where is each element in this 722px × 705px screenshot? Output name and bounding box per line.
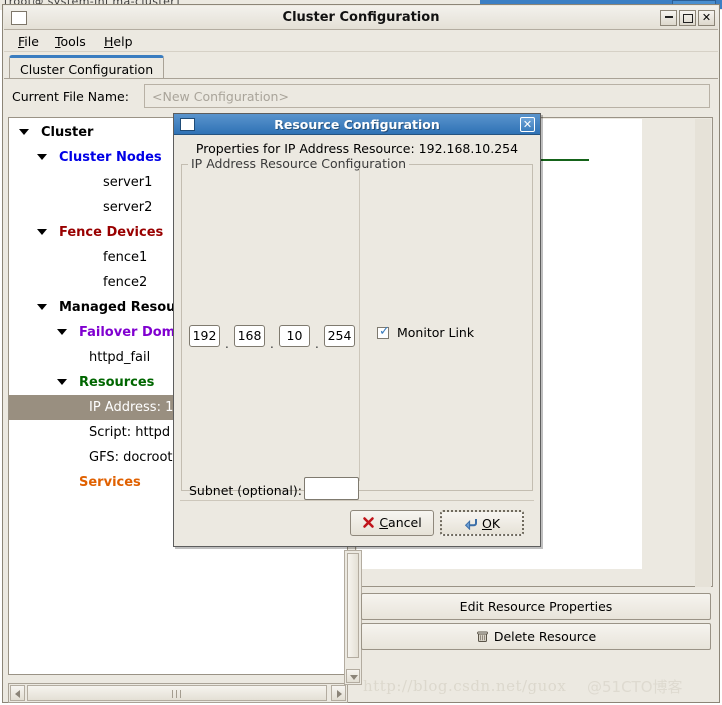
ip-address-groupbox: IP Address Resource Configuration 192 . … bbox=[181, 156, 533, 500]
current-file-input[interactable]: <New Configuration> bbox=[144, 84, 710, 108]
monitor-link-checkbox[interactable]: ✓ bbox=[377, 324, 390, 339]
trash-icon bbox=[476, 626, 489, 642]
tree-expander-icon[interactable] bbox=[19, 129, 29, 135]
tree-hscroll-thumb[interactable] bbox=[27, 685, 327, 701]
current-file-label: Current File Name: bbox=[12, 89, 129, 104]
watermark-overlay: @51CTO博客 bbox=[587, 678, 683, 696]
tab-cluster-configuration[interactable]: Cluster Configuration bbox=[9, 55, 165, 79]
ip-octet-4[interactable]: 254 bbox=[324, 325, 355, 347]
ip-octet-2[interactable]: 168 bbox=[234, 325, 265, 347]
menu-help[interactable]: Help bbox=[98, 33, 139, 50]
subnet-label: Subnet (optional): bbox=[189, 483, 302, 498]
right-panel-vertical-scrollbar[interactable] bbox=[695, 119, 711, 587]
scroll-right-arrow-icon[interactable] bbox=[331, 685, 346, 701]
ip-dot-2: . bbox=[270, 337, 274, 351]
monitor-link-label: Monitor Link bbox=[397, 325, 475, 340]
edit-resource-properties-button[interactable]: Edit Resource Properties bbox=[361, 593, 711, 620]
tree-item-label: Services bbox=[79, 475, 141, 490]
tree-item-label: Resources bbox=[79, 375, 155, 390]
cancel-label: Cancel bbox=[379, 515, 422, 530]
ip-octet-1[interactable]: 192 bbox=[189, 325, 220, 347]
dialog-separator bbox=[180, 500, 534, 501]
ok-button[interactable]: OK bbox=[440, 510, 524, 536]
tree-item-label: fence1 bbox=[103, 250, 148, 265]
maximize-button[interactable] bbox=[679, 10, 696, 26]
menu-tools[interactable]: Tools bbox=[49, 33, 92, 50]
tree-item-label: Cluster bbox=[41, 125, 94, 140]
tree-item-label: Cluster Nodes bbox=[59, 150, 162, 165]
subnet-input[interactable] bbox=[304, 477, 359, 500]
tree-vscroll-thumb[interactable] bbox=[347, 553, 359, 658]
tree-expander-icon[interactable] bbox=[37, 154, 47, 160]
delete-resource-button[interactable]: Delete Resource bbox=[361, 623, 711, 650]
tree-expander-icon[interactable] bbox=[37, 229, 47, 235]
ip-dot-3: . bbox=[315, 337, 319, 351]
delete-resource-label: Delete Resource bbox=[493, 629, 597, 644]
ip-dot-1: . bbox=[225, 337, 229, 351]
menubar: File Tools Help bbox=[4, 30, 718, 52]
ip-address-groupbox-legend: IP Address Resource Configuration bbox=[188, 156, 410, 171]
cancel-button[interactable]: Cancel bbox=[350, 510, 434, 536]
window-titlebar[interactable]: Cluster Configuration ✕ bbox=[4, 6, 718, 30]
tree-expander-icon[interactable] bbox=[57, 379, 67, 385]
enter-arrow-icon bbox=[464, 514, 478, 538]
tab-underline bbox=[4, 78, 718, 79]
tree-item-label: Script: httpd bbox=[89, 425, 171, 440]
dialog-title: Resource Configuration bbox=[274, 117, 440, 132]
tree-item-label: Fence Devices bbox=[59, 225, 164, 240]
current-file-placeholder: <New Configuration> bbox=[152, 89, 289, 104]
ip-octet-3[interactable]: 10 bbox=[279, 325, 310, 347]
menu-file[interactable]: File bbox=[12, 33, 45, 50]
tree-item-label: server1 bbox=[103, 175, 153, 190]
ok-label: OK bbox=[481, 516, 501, 531]
resource-configuration-dialog: Resource Configuration ✕ Properties for … bbox=[173, 113, 541, 547]
tree-item-label: httpd_fail bbox=[89, 350, 151, 365]
tab-strip: Cluster Configuration bbox=[4, 52, 718, 79]
close-icon[interactable]: ✕ bbox=[698, 10, 715, 26]
tree-item-label: GFS: docroot bbox=[89, 450, 173, 465]
groupbox-divider bbox=[359, 168, 360, 481]
tree-expander-icon[interactable] bbox=[57, 329, 67, 335]
dialog-close-icon[interactable]: ✕ bbox=[520, 117, 535, 132]
tree-expander-icon[interactable] bbox=[37, 304, 47, 310]
tree-horizontal-scrollbar[interactable] bbox=[8, 683, 348, 703]
tree-item-label: fence2 bbox=[103, 275, 148, 290]
tree-item-label: Managed Resour bbox=[59, 300, 182, 315]
tree-item-label: Failover Doma bbox=[79, 325, 185, 340]
dialog-titlebar[interactable]: Resource Configuration ✕ bbox=[174, 114, 540, 135]
minimize-button[interactable] bbox=[660, 10, 677, 26]
tree-item-label: IP Address: 1 bbox=[89, 400, 174, 415]
tree-item-label: server2 bbox=[103, 200, 153, 215]
scroll-down-arrow-icon[interactable] bbox=[346, 669, 360, 683]
window-title: Cluster Configuration bbox=[282, 10, 440, 25]
scroll-left-arrow-icon[interactable] bbox=[10, 685, 25, 701]
dialog-properties-line: Properties for IP Address Resource: 192.… bbox=[195, 141, 519, 156]
tree-vertical-scrollbar[interactable] bbox=[344, 550, 362, 685]
cancel-x-icon bbox=[362, 513, 375, 537]
checkmark-icon: ✓ bbox=[379, 324, 390, 339]
current-file-row: Current File Name: <New Configuration> bbox=[4, 84, 718, 112]
